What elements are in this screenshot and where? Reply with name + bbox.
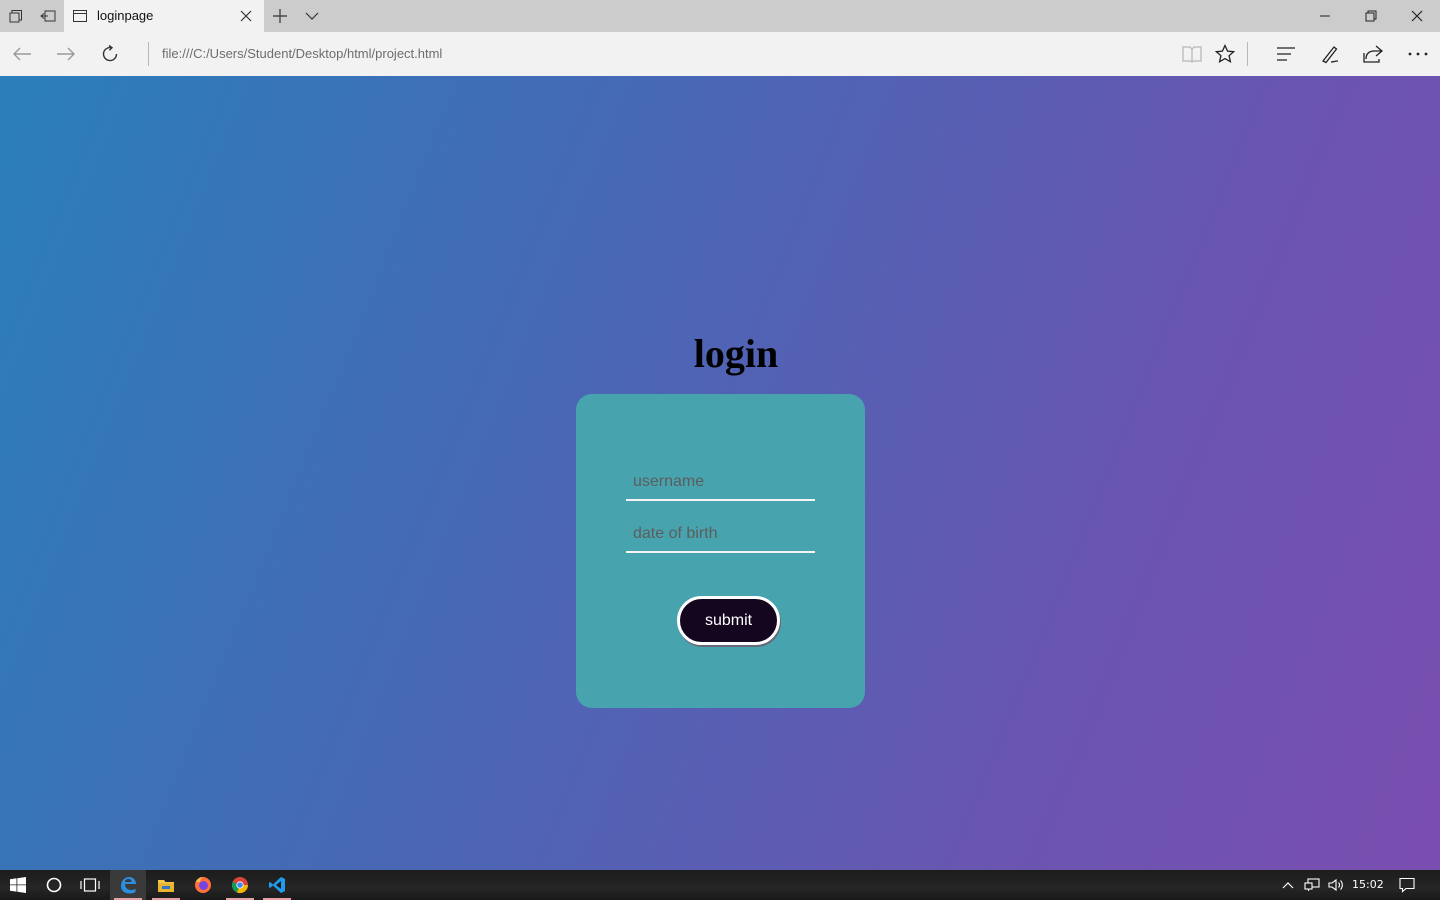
volume-button[interactable] — [1325, 870, 1347, 900]
submit-button[interactable]: submit — [677, 596, 780, 645]
close-icon — [1411, 10, 1423, 22]
taskbar-edge[interactable] — [110, 870, 146, 900]
date-of-birth-input[interactable] — [626, 517, 815, 553]
action-center-button[interactable] — [1396, 870, 1418, 900]
task-view-icon — [80, 878, 100, 892]
star-icon — [1215, 44, 1235, 63]
more-button[interactable] — [1396, 32, 1440, 76]
favorites-button[interactable] — [1203, 32, 1247, 76]
search-circle-icon — [46, 877, 62, 893]
forward-button[interactable] — [44, 32, 88, 76]
browser-tab-strip: loginpage — [0, 0, 1440, 32]
edge-icon — [121, 877, 136, 894]
taskbar-firefox[interactable] — [185, 870, 221, 900]
new-tab-button[interactable] — [264, 0, 296, 32]
tab-preview-button[interactable] — [296, 0, 328, 32]
restore-icon — [1365, 10, 1377, 22]
vscode-icon — [269, 877, 285, 893]
back-button[interactable] — [0, 32, 44, 76]
set-tabs-aside-button[interactable] — [32, 0, 64, 32]
start-button[interactable] — [0, 870, 36, 900]
share-icon — [1363, 45, 1383, 63]
speaker-icon — [1328, 878, 1343, 892]
plus-icon — [273, 9, 287, 23]
toolbar-separator — [1247, 42, 1248, 66]
username-input[interactable] — [626, 465, 815, 501]
chrome-icon — [231, 877, 249, 894]
page-title: login — [693, 331, 779, 376]
browser-toolbar: file:///C:/Users/Student/Desktop/html/pr… — [0, 32, 1440, 76]
cortana-button[interactable] — [36, 870, 72, 900]
chevron-down-icon — [305, 12, 319, 20]
tab-actions-icon — [9, 10, 22, 23]
firefox-icon — [195, 877, 211, 893]
restore-button[interactable] — [1348, 0, 1394, 32]
file-explorer-icon — [158, 880, 174, 892]
more-icon — [1408, 52, 1428, 56]
hub-button[interactable] — [1264, 32, 1308, 76]
arrow-left-icon — [13, 47, 31, 61]
minimize-button[interactable] — [1302, 0, 1348, 32]
task-view-button[interactable] — [72, 870, 108, 900]
address-separator — [148, 42, 149, 66]
tab-actions-button[interactable] — [0, 0, 32, 32]
chevron-up-icon — [1282, 882, 1294, 889]
taskbar-chrome[interactable] — [222, 870, 258, 900]
set-tabs-aside-icon — [40, 10, 56, 22]
show-hidden-icons-button[interactable] — [1278, 870, 1298, 900]
taskbar: 15:02 — [0, 870, 1440, 900]
arrow-right-icon — [57, 47, 75, 61]
pen-icon — [1321, 46, 1339, 64]
network-icon — [1304, 878, 1320, 891]
network-button[interactable] — [1301, 870, 1323, 900]
login-card: submit — [576, 394, 865, 708]
page-content: login submit — [0, 76, 1440, 870]
book-icon — [1182, 46, 1202, 63]
taskbar-file-explorer[interactable] — [148, 870, 184, 900]
share-button[interactable] — [1351, 32, 1395, 76]
taskbar-vscode[interactable] — [259, 870, 295, 900]
web-note-button[interactable] — [1308, 32, 1352, 76]
windows-icon — [10, 877, 26, 893]
close-window-button[interactable] — [1394, 0, 1440, 32]
page-icon — [73, 10, 87, 22]
taskbar-clock[interactable]: 15:02 — [1352, 877, 1384, 893]
notification-icon — [1399, 877, 1415, 893]
refresh-button[interactable] — [88, 32, 132, 76]
tab-title: loginpage — [97, 8, 154, 23]
hub-icon — [1277, 47, 1295, 61]
tab-loginpage[interactable]: loginpage — [64, 0, 264, 32]
close-tab-icon[interactable] — [238, 8, 254, 24]
minimize-icon — [1320, 15, 1330, 17]
address-bar-url[interactable]: file:///C:/Users/Student/Desktop/html/pr… — [162, 46, 442, 62]
refresh-icon — [102, 44, 118, 62]
